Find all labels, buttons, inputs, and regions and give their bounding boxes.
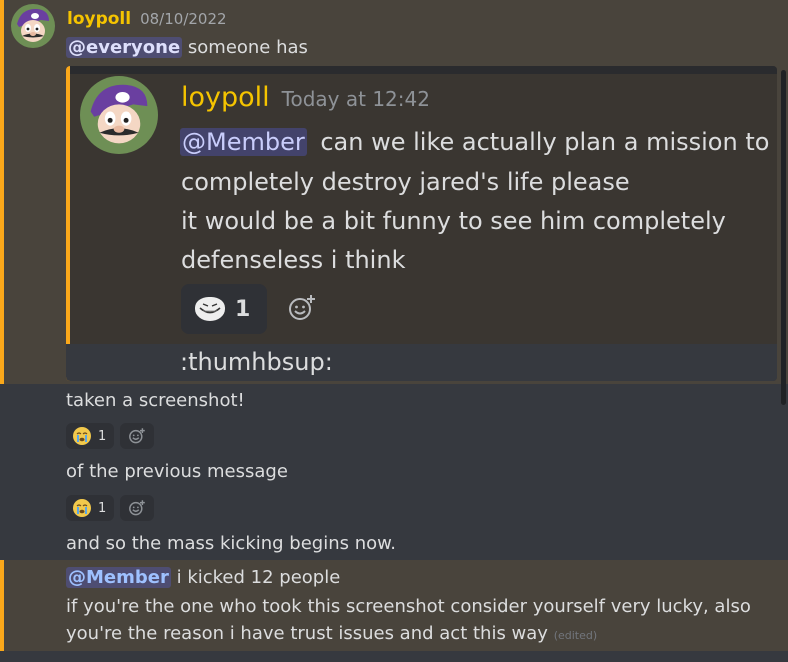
embed-header: loypoll Today at 12:42 — [181, 82, 430, 113]
embed-line-1: @Member can we like actually plan a miss… — [180, 122, 769, 162]
message-text: someone has — [187, 37, 308, 58]
reaction-count: 1 — [98, 500, 107, 516]
embed-followup-row — [66, 344, 777, 381]
embed-line-4: defenseless i think — [181, 246, 406, 274]
screenshot-highlight-bar — [66, 66, 70, 381]
message-text: and so the mass kicking begins now. — [66, 533, 396, 554]
message-text-line-2: if you're the one who took this screensh… — [66, 596, 751, 617]
embed-reaction-count: 1 — [235, 296, 251, 322]
bottom-divider — [0, 651, 788, 662]
edited-label: (edited) — [553, 629, 598, 642]
message-text: taken a screenshot! — [66, 390, 245, 411]
sob-emoji-icon — [73, 499, 91, 517]
mention-everyone[interactable]: @everyone — [66, 37, 183, 58]
reaction-sob[interactable]: 1 — [66, 495, 114, 521]
screenshot-top-edge — [66, 66, 777, 74]
add-reaction-button[interactable] — [120, 423, 154, 449]
embed-avatar — [80, 76, 158, 154]
message-text: i kicked 12 people — [176, 567, 341, 588]
message-header: loypoll 08/10/2022 — [67, 9, 227, 31]
embed-timestamp: Today at 12:42 — [281, 87, 430, 111]
embed-line-3: it would be a bit funny to see him compl… — [181, 207, 726, 235]
username[interactable]: loypoll — [67, 9, 131, 29]
message-content: @Member i kicked 12 people — [66, 566, 340, 590]
embed-followup-text: :thumhbsup: — [180, 348, 333, 376]
embed-line-2: completely destroy jared's life please — [181, 168, 630, 196]
message-content: @everyone someone has — [66, 36, 308, 60]
trollface-icon — [195, 297, 225, 321]
timestamp: 08/10/2022 — [140, 10, 227, 28]
scrollbar-thumb[interactable] — [781, 70, 786, 405]
add-reaction-button[interactable] — [120, 495, 154, 521]
reaction-sob[interactable]: 1 — [66, 423, 114, 449]
reaction-count: 1 — [98, 428, 107, 444]
sob-emoji-icon — [73, 427, 91, 445]
embed-reaction: 1 — [181, 284, 267, 334]
embed-text: can we like actually plan a mission to — [320, 128, 770, 156]
mention-highlight-bar-bottom — [0, 560, 4, 662]
embed-mention-member: @Member — [180, 128, 307, 156]
message-text: of the previous message — [66, 461, 288, 482]
avatar[interactable] — [11, 4, 55, 48]
message-text-line-3: you're the reason i have trust issues an… — [66, 622, 597, 648]
embed-add-reaction-icon — [284, 290, 320, 326]
mention-member[interactable]: @Member — [66, 567, 171, 588]
mention-highlight-bar — [0, 0, 4, 384]
message-text: you're the reason i have trust issues an… — [66, 623, 548, 644]
embed-username: loypoll — [181, 82, 270, 113]
attached-screenshot[interactable]: loypoll Today at 12:42 @Member can we li… — [66, 66, 777, 381]
